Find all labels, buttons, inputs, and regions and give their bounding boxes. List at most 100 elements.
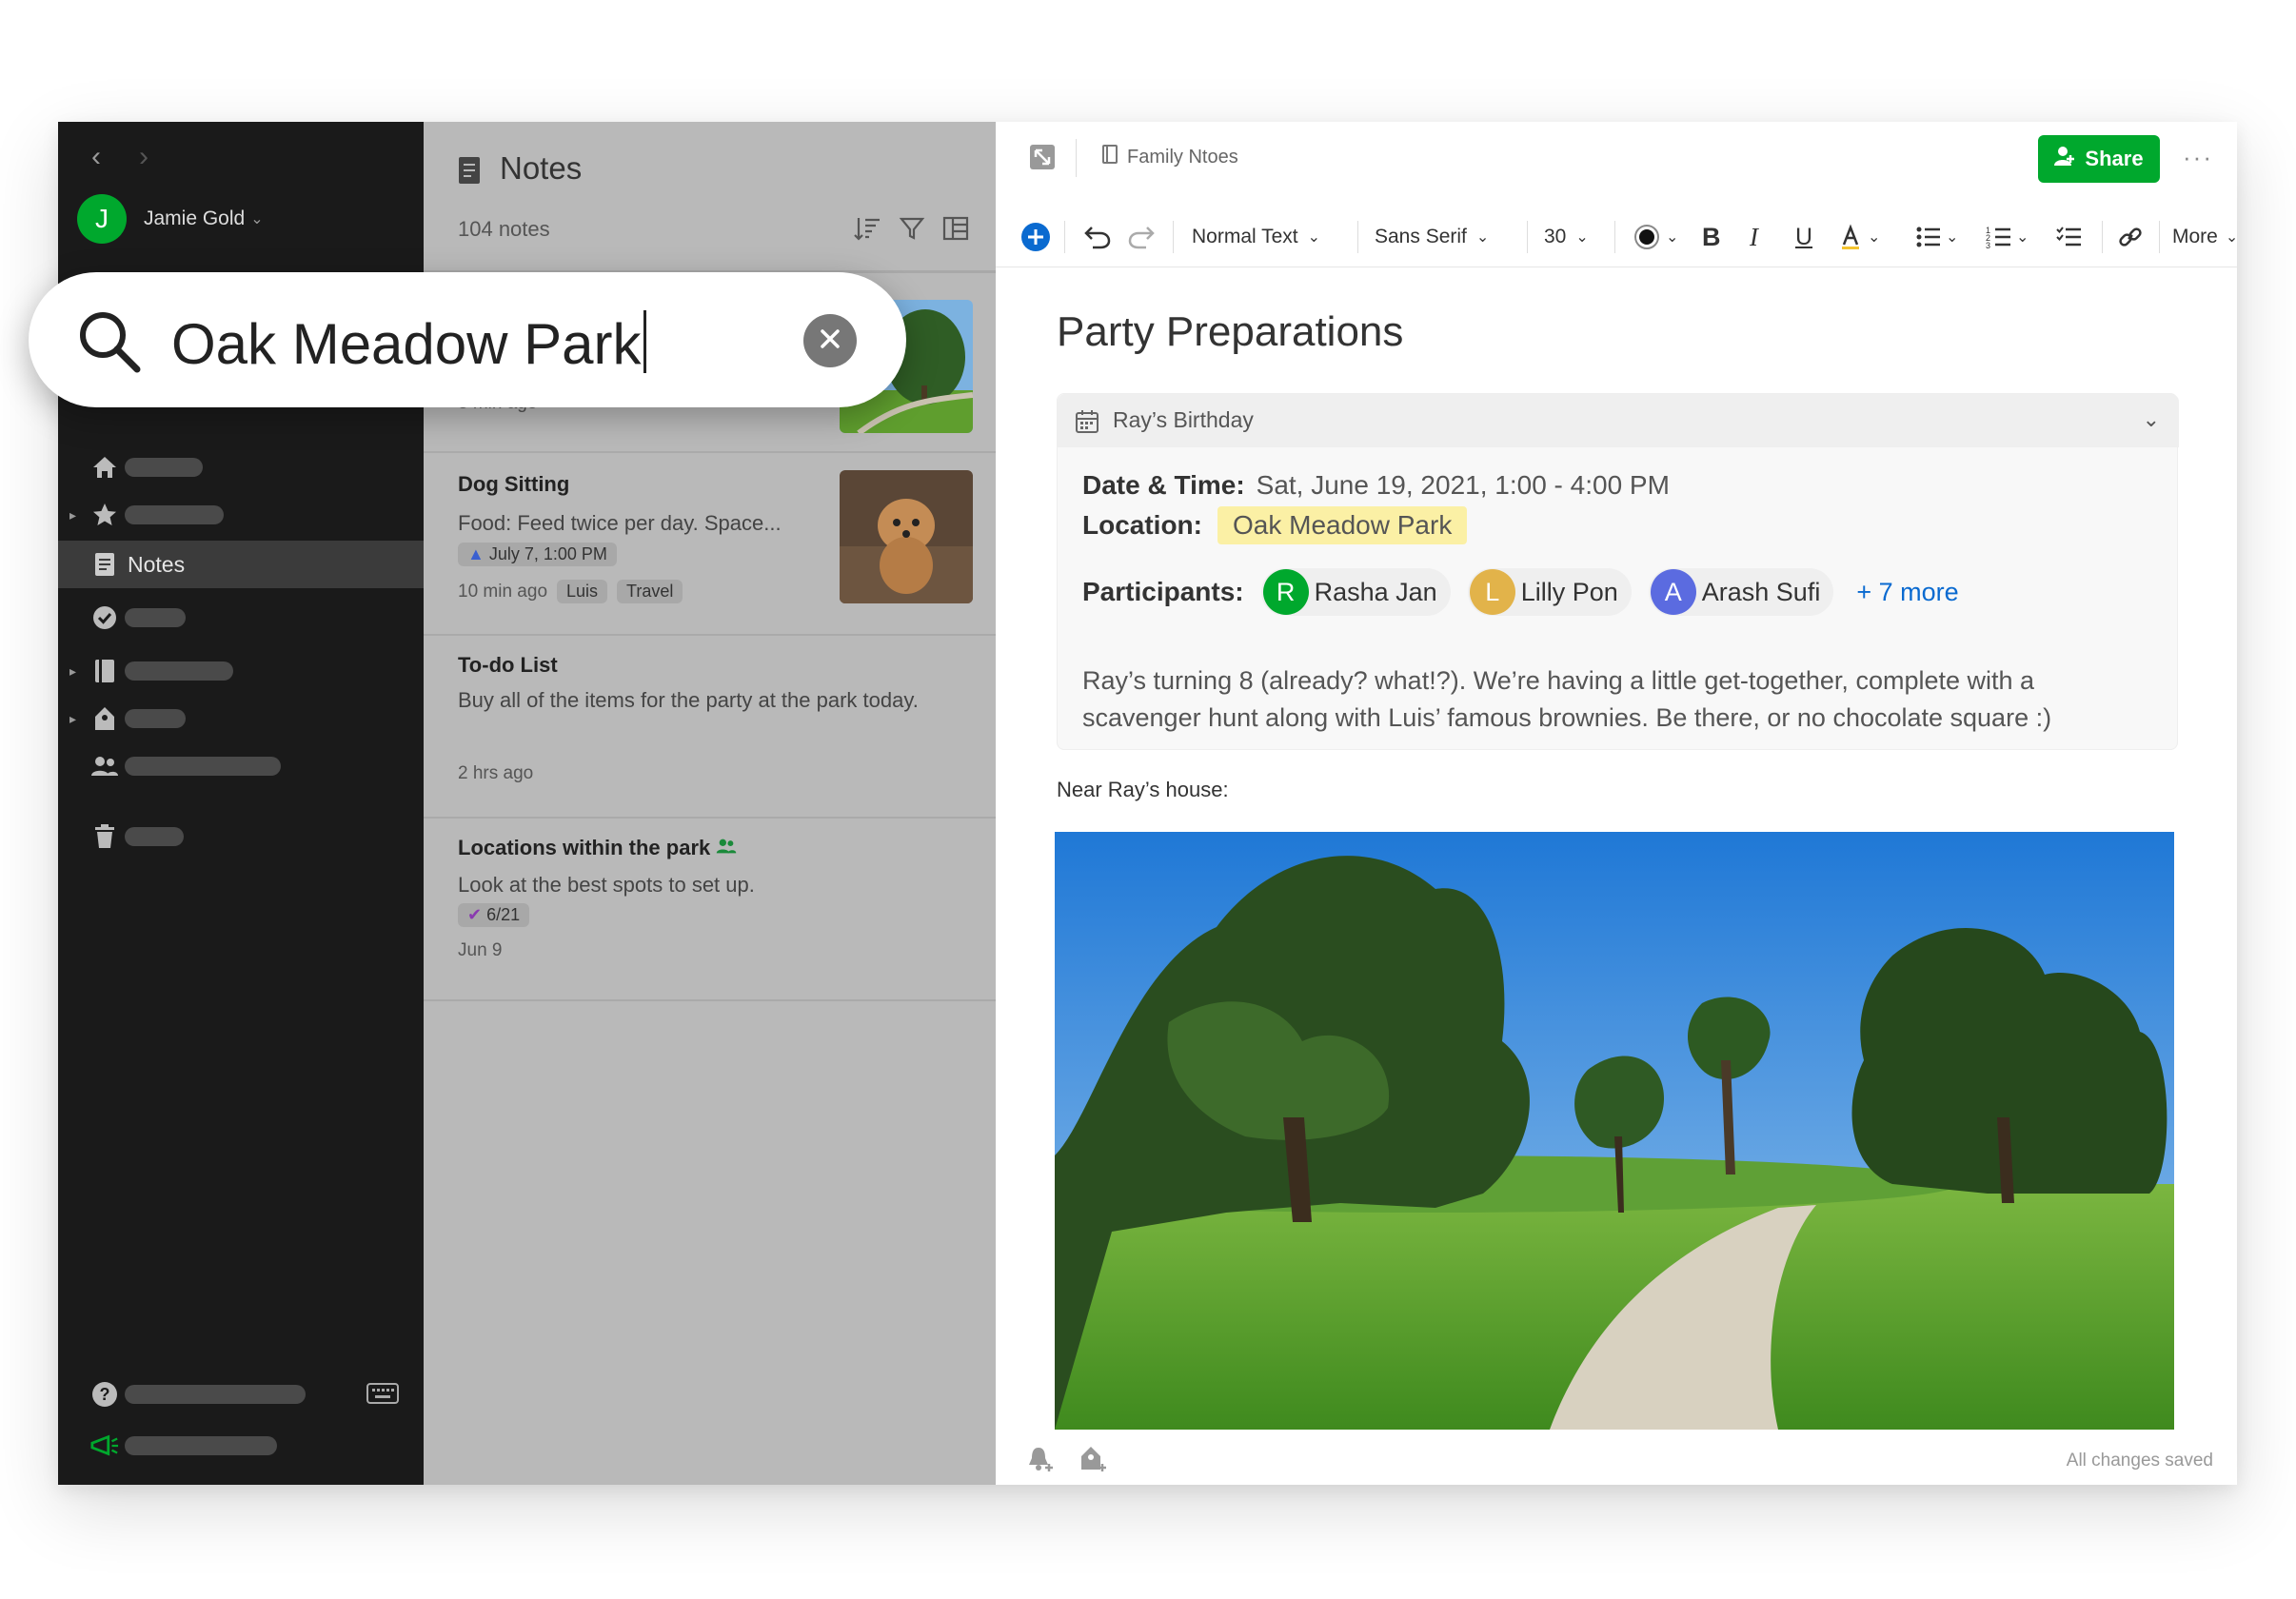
italic-icon[interactable]: I	[1750, 207, 1758, 266]
location-value[interactable]: Oak Meadow Park	[1217, 506, 1468, 544]
sidebar-item-tags[interactable]: ▸	[58, 695, 424, 742]
participant-name: Rasha Jan	[1314, 577, 1437, 606]
chevron-down-icon: ⌄	[1307, 229, 1321, 246]
calendar-icon	[1075, 409, 1099, 439]
share-button[interactable]: Share	[2038, 135, 2160, 183]
chevron-down-icon: ⌄	[1666, 229, 1679, 246]
add-tag-icon[interactable]	[1079, 1445, 1108, 1478]
keyboard-icon[interactable]	[366, 1382, 399, 1410]
breadcrumb[interactable]: Family Ntoes	[1102, 145, 1238, 169]
numbered-list-icon[interactable]: 1 2 3 ⌄	[1986, 207, 2029, 266]
note-snippet: Look at the best spots to set up.	[458, 873, 755, 897]
sidebar-item-notebooks[interactable]: ▸	[58, 647, 424, 695]
redo-icon[interactable]	[1127, 207, 1156, 266]
notebook-icon	[1102, 145, 1118, 169]
sidebar-label-placeholder	[125, 1436, 277, 1455]
date-value: Sat, June 19, 2021, 1:00 - 4:00 PM	[1256, 470, 1670, 500]
underline-icon[interactable]: U	[1795, 207, 1812, 266]
note-card[interactable]: To-do List Buy all of the items for the …	[424, 636, 996, 817]
filter-icon[interactable]	[899, 215, 925, 247]
sidebar-item-notes[interactable]: Notes	[58, 541, 424, 588]
sidebar-item-shared[interactable]	[58, 742, 424, 790]
participant-chip[interactable]: L Lilly Pon	[1467, 568, 1632, 616]
text-style-dropdown[interactable]: Normal Text ⌄	[1192, 207, 1320, 266]
expand-icon[interactable]: ▸	[69, 711, 76, 727]
sidebar-item-tasks[interactable]	[58, 594, 424, 642]
notebook-icon	[90, 657, 119, 685]
expand-icon[interactable]	[1028, 143, 1057, 176]
checklist-icon[interactable]	[2056, 207, 2083, 266]
participant-name: Lilly Pon	[1520, 577, 1618, 606]
sidebar-item-trash[interactable]	[58, 813, 424, 860]
tag-chip[interactable]: Travel	[617, 580, 683, 603]
help-icon: ?	[90, 1380, 119, 1409]
bullet-list-icon[interactable]: ⌄	[1915, 207, 1958, 266]
sidebar-label-placeholder	[125, 661, 233, 681]
note-thumbnail-dog	[840, 470, 973, 603]
account-switcher[interactable]: J Jamie Gold ⌄	[77, 194, 264, 244]
formatting-toolbar: Normal Text ⌄ Sans Serif ⌄ 30 ⌄ ⌄ B I U ⌄ ⌄…	[996, 207, 2238, 266]
text-caret	[643, 310, 646, 373]
back-arrow-icon[interactable]: ‹	[82, 143, 110, 171]
sidebar-item-shortcuts[interactable]: ▸	[58, 491, 424, 539]
note-snippet: Buy all of the items for the party at th…	[458, 688, 919, 712]
search-bar[interactable]: Oak Meadow Park	[29, 272, 906, 407]
highlight-icon[interactable]: ⌄	[1839, 207, 1880, 266]
expand-icon[interactable]: ▸	[69, 507, 76, 523]
font-size-dropdown[interactable]: 30 ⌄	[1544, 207, 1589, 266]
breadcrumb-notebook: Family Ntoes	[1127, 146, 1238, 168]
note-editor: Family Ntoes Share ··· Normal Text ⌄ Sans…	[996, 122, 2238, 1485]
tag-icon	[90, 704, 119, 733]
view-options-icon[interactable]	[942, 215, 969, 247]
notes-list-tools	[853, 215, 969, 247]
event-header[interactable]: Ray’s Birthday ⌄	[1058, 394, 2179, 447]
horn-icon	[90, 1431, 119, 1460]
search-input[interactable]: Oak Meadow Park	[171, 310, 646, 378]
note-card[interactable]: Locations within the park Look at the be…	[424, 819, 996, 999]
sidebar-item-whats-new[interactable]	[58, 1422, 424, 1470]
more-formatting-dropdown[interactable]: More ⌄	[2172, 207, 2238, 266]
text-color-picker[interactable]: ⌄	[1633, 207, 1678, 266]
font-dropdown[interactable]: Sans Serif ⌄	[1375, 207, 1489, 266]
chevron-down-icon[interactable]: ⌄	[2143, 407, 2160, 432]
participant-name: Arash Sufi	[1701, 577, 1821, 606]
location-label: Location:	[1082, 510, 1202, 540]
task-check-icon: ✔	[467, 905, 483, 924]
sidebar-label-placeholder	[125, 1385, 306, 1404]
participants-label: Participants:	[1082, 577, 1244, 606]
note-card[interactable]: Dog Sitting Food: Feed twice per day. Sp…	[424, 453, 996, 634]
expand-icon[interactable]: ▸	[69, 663, 76, 680]
note-updated: Jun 9	[458, 940, 503, 960]
sidebar-label-placeholder	[125, 458, 203, 477]
svg-text:?: ?	[100, 1385, 110, 1404]
sidebar-label-placeholder	[125, 827, 184, 846]
sidebar-item-help[interactable]: ?	[58, 1371, 424, 1418]
note-title[interactable]: Party Preparations	[1057, 308, 1403, 356]
sidebar-item-label: Notes	[128, 551, 186, 577]
save-status: All changes saved	[2066, 1451, 2213, 1471]
chevron-down-icon: ⌄	[1868, 229, 1881, 246]
avatar: R	[1262, 569, 1309, 615]
forward-arrow-icon[interactable]: ›	[129, 143, 158, 171]
sort-icon[interactable]	[853, 215, 881, 247]
chevron-down-icon: ⌄	[1946, 229, 1959, 246]
participant-chip[interactable]: A Arash Sufi	[1648, 568, 1834, 616]
tag-chip[interactable]: Luis	[557, 580, 608, 603]
clear-search-button[interactable]	[803, 314, 857, 367]
note-icon	[90, 550, 119, 579]
event-date-row: Date & Time: Sat, June 19, 2021, 1:00 - …	[1082, 470, 1670, 501]
sidebar-item-home[interactable]	[58, 444, 424, 491]
participant-chip[interactable]: R Rasha Jan	[1260, 568, 1451, 616]
trash-icon	[90, 822, 119, 851]
event-title: Ray’s Birthday	[1113, 407, 1254, 432]
sidebar-label-placeholder	[125, 505, 224, 524]
undo-icon[interactable]	[1083, 207, 1112, 266]
add-reminder-icon[interactable]	[1026, 1445, 1055, 1478]
more-participants-link[interactable]: + 7 more	[1856, 578, 1958, 607]
note-updated: 10 min ago	[458, 582, 548, 602]
bold-icon[interactable]: B	[1702, 207, 1721, 266]
chevron-down-icon: ⌄	[250, 211, 264, 227]
more-options-icon[interactable]: ···	[2183, 143, 2213, 172]
link-icon[interactable]	[2117, 207, 2144, 266]
insert-button[interactable]	[1020, 207, 1051, 266]
